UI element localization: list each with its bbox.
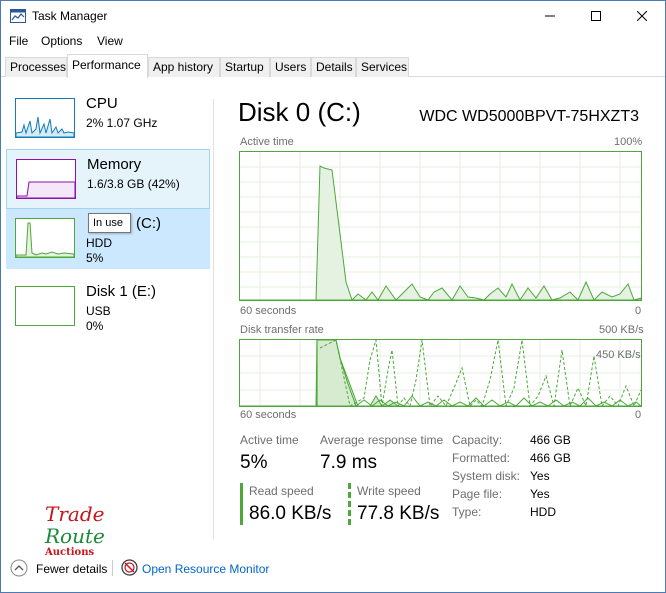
transfer-rate-chart-min: 0 — [635, 409, 642, 421]
sidebar-divider — [213, 99, 214, 539]
tab-processes[interactable]: Processes — [5, 57, 67, 77]
page-file-label: Page file: — [452, 487, 503, 501]
disk-model: WDC WD5000BPVT-75HXZT3 — [419, 108, 639, 125]
sidebar-item-memory[interactable]: Memory 1.6/3.8 GB (42%) — [6, 149, 210, 209]
transfer-rate-chart-window: 60 seconds — [240, 409, 297, 421]
type-value: HDD — [530, 505, 556, 519]
transfer-rate-chart-label: Disk transfer rate — [240, 324, 324, 336]
write-speed-value: 77.8 KB/s — [357, 503, 440, 524]
tab-label: App history — [153, 60, 214, 74]
disk-title: Disk 0 (C:) — [238, 97, 361, 127]
tab-services[interactable]: Services — [356, 57, 409, 77]
disk1-thumbnail-graph — [15, 286, 75, 326]
logo-word-trade: Trade — [45, 502, 105, 526]
maximize-button[interactable] — [573, 1, 619, 32]
cpu-title: CPU — [86, 95, 118, 112]
active-time-chart-min: 0 — [635, 305, 642, 317]
tab-app-history[interactable]: App history — [148, 57, 220, 77]
title-bar: Task Manager — [1, 1, 665, 32]
tab-label: Details — [316, 60, 353, 74]
tab-performance[interactable]: Performance — [67, 54, 148, 78]
disk1-type: USB — [86, 304, 111, 318]
close-icon — [636, 8, 648, 25]
active-time-chart-label: Active time — [240, 136, 294, 148]
tab-details[interactable]: Details — [311, 57, 356, 77]
active-time-label: Active time — [240, 433, 299, 447]
read-speed-value: 86.0 KB/s — [249, 503, 332, 524]
formatted-value: 466 GB — [530, 451, 571, 465]
task-manager-window: Task Manager File Options View Processes… — [0, 0, 666, 593]
disk0-title: (C:) — [136, 215, 161, 232]
menu-file[interactable]: File — [9, 34, 28, 48]
write-speed-label: Write speed — [357, 484, 421, 498]
tab-label: Users — [275, 60, 307, 74]
avg-response-label: Average response time — [320, 433, 444, 447]
memory-title: Memory — [87, 156, 142, 173]
active-time-chart-max: 100% — [614, 136, 643, 148]
menu-options[interactable]: Options — [41, 34, 82, 48]
window-title: Task Manager — [32, 9, 108, 23]
capacity-label: Capacity: — [452, 433, 503, 447]
footer-bar: Fewer details Open Resource Monitor — [1, 556, 665, 583]
cpu-usage: 2% 1.07 GHz — [86, 116, 158, 130]
disk1-usage: 0% — [86, 319, 104, 333]
in-use-tooltip: In use — [88, 213, 131, 233]
resource-monitor-icon[interactable] — [121, 559, 138, 579]
disk1-title: Disk 1 (E:) — [86, 283, 157, 300]
disk0-type: HDD — [86, 236, 112, 250]
maximize-icon — [591, 8, 601, 25]
transfer-rate-chart-mid: 450 KB/s — [596, 349, 641, 361]
system-disk-value: Yes — [530, 469, 550, 483]
minimize-button[interactable] — [527, 1, 573, 32]
avg-response-value: 7.9 ms — [320, 452, 378, 473]
disk0-usage: 5% — [86, 251, 104, 265]
menu-bar: File Options View — [1, 32, 665, 52]
fewer-details-link[interactable]: Fewer details — [36, 562, 107, 576]
tab-label: Services — [361, 60, 408, 74]
trade-route-auctions-logo: Trade Route Auctions — [45, 503, 105, 559]
chevron-up-circle-icon[interactable] — [10, 559, 28, 580]
tab-label: Performance — [72, 58, 141, 72]
read-speed-indicator — [240, 483, 243, 525]
active-time-value: 5% — [240, 452, 268, 473]
type-label: Type: — [452, 505, 482, 519]
transfer-rate-chart-max: 500 KB/s — [599, 324, 644, 336]
open-resource-monitor-link[interactable]: Open Resource Monitor — [142, 562, 269, 576]
capacity-value: 466 GB — [530, 433, 571, 447]
sidebar-item-cpu[interactable]: CPU 2% 1.07 GHz — [6, 89, 210, 149]
read-speed-label: Read speed — [249, 484, 314, 498]
task-manager-app-icon — [10, 9, 26, 23]
tab-label: Startup — [225, 60, 264, 74]
logo-word-route: Route — [45, 524, 105, 548]
formatted-label: Formatted: — [452, 451, 511, 465]
menu-view[interactable]: View — [97, 34, 123, 48]
cpu-thumbnail-graph — [15, 98, 75, 138]
footer-separator — [112, 560, 113, 576]
transfer-rate-graph: 450 KB/s — [239, 339, 642, 408]
system-disk-label: System disk: — [452, 469, 521, 483]
close-button[interactable] — [619, 1, 665, 32]
write-speed-indicator — [348, 483, 351, 525]
memory-usage: 1.6/3.8 GB (42%) — [87, 177, 180, 191]
tab-users[interactable]: Users — [270, 57, 311, 77]
minimize-icon — [545, 8, 555, 25]
sidebar-item-disk1[interactable]: Disk 1 (E:) USB 0% — [6, 277, 210, 337]
tab-startup[interactable]: Startup — [220, 57, 270, 77]
active-time-chart-window: 60 seconds — [240, 305, 297, 317]
active-time-graph — [239, 151, 642, 301]
disk0-thumbnail-graph — [15, 218, 75, 258]
memory-thumbnail-graph — [16, 159, 76, 199]
tab-strip: Processes Performance App history Startu… — [1, 54, 665, 78]
tab-label: Processes — [10, 60, 67, 74]
page-file-value: Yes — [530, 487, 550, 501]
